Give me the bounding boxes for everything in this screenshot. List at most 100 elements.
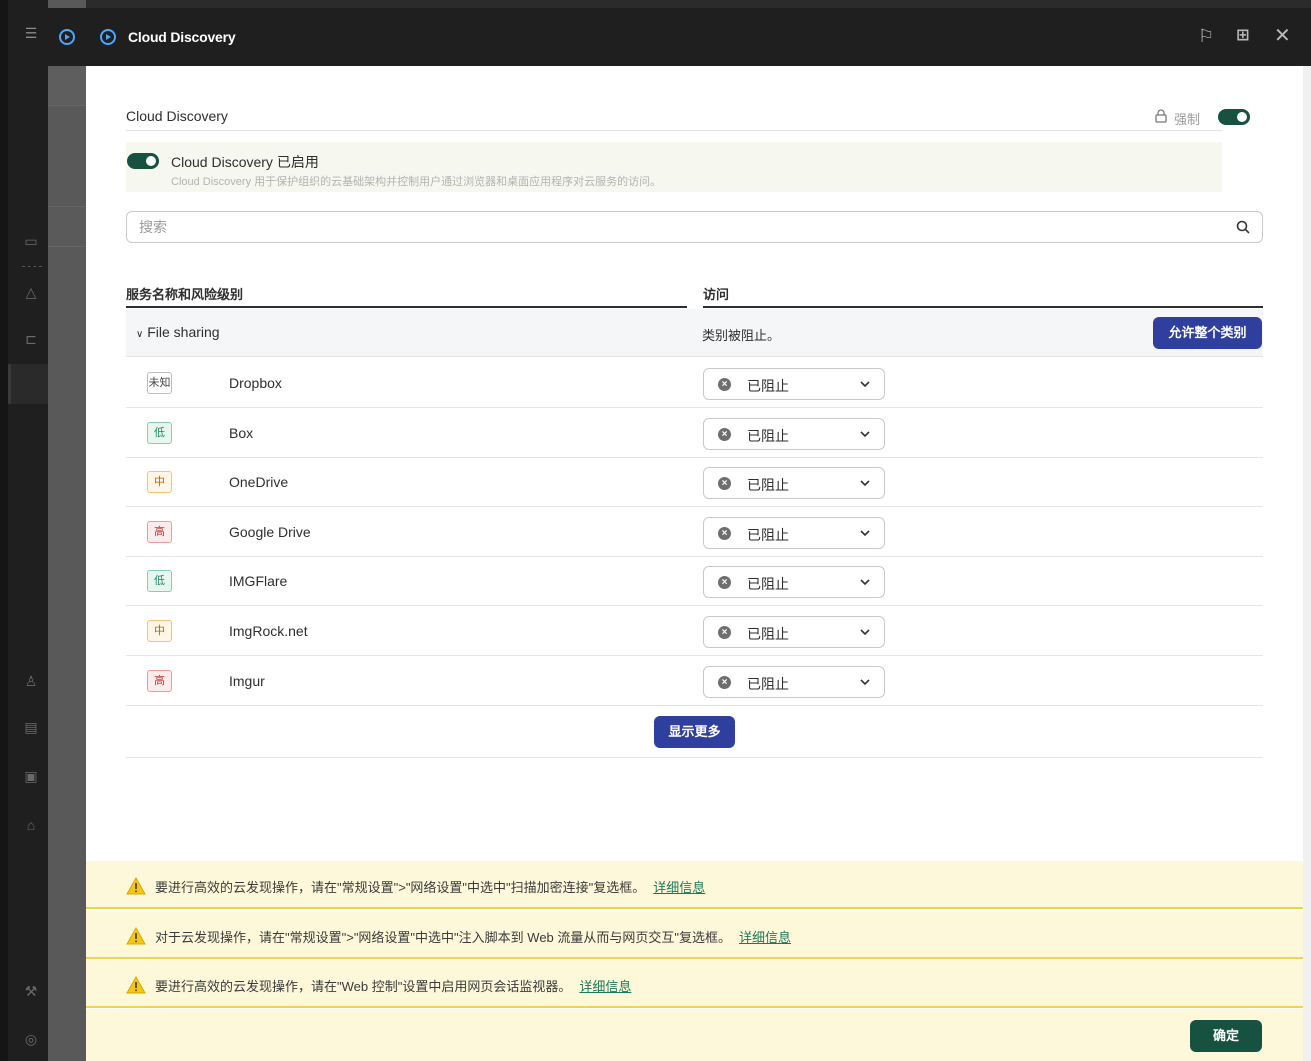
access-select[interactable]: × 已阻止 [703, 566, 885, 599]
warning-text: 要进行高效的云发现操作，请在"Web 控制"设置中启用网页会话监视器。 详细信息 [155, 976, 631, 995]
rail-edge [0, 0, 8, 1061]
footer-bar: 确定 [86, 1009, 1303, 1061]
access-select[interactable]: × 已阻止 [703, 417, 885, 450]
access-value: 已阻止 [747, 378, 789, 394]
category-toggle[interactable]: ∨ File sharing [136, 324, 220, 340]
search-box [126, 211, 1263, 243]
details-link[interactable]: 详细信息 [579, 979, 631, 994]
category-status: 类别被阻止。 [702, 328, 781, 343]
window-title: Cloud Discovery [128, 29, 236, 45]
section-header: Cloud Discovery 强制 [126, 107, 1250, 131]
warning-banner: 要进行高效的云发现操作，请在"Web 控制"设置中启用网页会话监视器。 详细信息 [86, 960, 1303, 1008]
table-row: 低 IMGFlare × 已阻止 [126, 556, 1263, 607]
warning-banner: 要进行高效的云发现操作，请在"常规设置">"网络设置"中选中"扫描加密连接"复选… [86, 861, 1303, 909]
warning-message: 要进行高效的云发现操作，请在"Web 控制"设置中启用网页会话监视器。 [155, 979, 572, 994]
access-select[interactable]: × 已阻止 [703, 368, 885, 400]
access-select[interactable]: × 已阻止 [703, 616, 885, 648]
wrench-icon[interactable]: ⚒ [22, 982, 40, 1000]
monitor-icon[interactable]: ▣ [22, 767, 40, 785]
details-link[interactable]: 详细信息 [739, 930, 791, 945]
alert-triangle-icon[interactable]: △ [22, 283, 40, 301]
access-value: 已阻止 [747, 576, 789, 593]
service-name: OneDrive [229, 474, 289, 491]
table-row: 高 Google Drive × 已阻止 [126, 507, 1263, 557]
table-row: 中 OneDrive × 已阻止 [126, 457, 1263, 508]
close-icon[interactable]: ✕ [1274, 26, 1291, 46]
chevron-down-icon [860, 629, 870, 636]
chevron-down-icon [860, 579, 870, 586]
table-row: 中 ImgRock.net × 已阻止 [126, 606, 1263, 656]
column-header-access: 访问 [703, 282, 1263, 308]
device-list-icon[interactable]: ▤ [22, 718, 40, 736]
blocked-icon: × [718, 477, 731, 491]
table-row: 高 Imgur × 已阻止 [126, 656, 1263, 706]
scrollbar-track[interactable] [1303, 66, 1311, 1061]
service-name: Dropbox [229, 375, 282, 391]
warning-icon [126, 976, 146, 994]
risk-badge: 高 [147, 520, 172, 543]
access-select[interactable]: × 已阻止 [703, 516, 885, 549]
allow-category-button[interactable]: 允许整个类别 [1153, 317, 1262, 349]
banner-description: Cloud Discovery 用于保护组织的云基础架构并控制用户通过浏览器和桌… [171, 176, 662, 188]
chevron-down-icon [860, 530, 870, 536]
blocked-icon: × [718, 378, 731, 391]
user-icon[interactable]: ♙ [22, 672, 40, 690]
lock-icon [1155, 109, 1167, 123]
left-rail: ☰ ▭ △ ⊏ ♙ ▤ ▣ ⌂ ⚒ ◎ [0, 0, 48, 1061]
access-select[interactable]: × 已阻止 [703, 467, 885, 500]
access-select[interactable]: × 已阻止 [703, 665, 885, 698]
dashboard-icon[interactable]: ▭ [22, 232, 40, 250]
search-icon[interactable] [1236, 220, 1250, 234]
service-name: ImgRock.net [229, 623, 308, 639]
risk-badge: 低 [147, 570, 172, 593]
backdrop-row [48, 66, 86, 106]
dialog-panel: Cloud Discovery 强制 Cloud Discovery 已启用 C… [86, 66, 1303, 1061]
access-value: 已阻止 [747, 477, 789, 494]
force-label: 强制 [1174, 112, 1201, 127]
service-name: Imgur [229, 672, 265, 689]
show-more-button[interactable]: 显示更多 [654, 716, 735, 748]
blocked-icon: × [718, 626, 731, 639]
column-header-service: 服务名称和风险级别 [126, 282, 687, 308]
dialog-logo-icon [100, 29, 116, 45]
account-circle-icon[interactable]: ◎ [22, 1030, 40, 1048]
chevron-down-icon [860, 381, 870, 388]
status-banner: Cloud Discovery 已启用 Cloud Discovery 用于保护… [126, 142, 1222, 192]
blocked-icon: × [718, 576, 731, 590]
force-toggle[interactable] [1218, 109, 1250, 125]
cloud-discovery-toggle[interactable] [127, 153, 159, 169]
blocked-icon: × [718, 526, 731, 540]
app-frame: ☰ ▭ △ ⊏ ♙ ▤ ▣ ⌂ ⚒ ◎ Cloud Discovery ⚐ ⊞ … [0, 0, 1311, 1061]
section-label: Cloud Discovery [126, 108, 228, 124]
chevron-down-icon: ∨ [136, 329, 144, 340]
basket-icon[interactable]: ⌂ [22, 816, 40, 834]
service-name: Box [229, 424, 254, 441]
chevron-down-icon [860, 480, 870, 487]
risk-badge: 低 [147, 421, 172, 444]
backdrop-column [48, 0, 86, 1061]
risk-badge: 中 [147, 620, 172, 642]
hierarchy-icon[interactable]: ⊏ [22, 330, 40, 348]
banner-title: Cloud Discovery 已启用 [171, 154, 319, 170]
risk-badge: 高 [147, 669, 172, 692]
hamburger-menu-icon[interactable]: ☰ [22, 24, 40, 42]
risk-badge: 未知 [147, 372, 172, 394]
rail-selected-item[interactable] [8, 364, 48, 404]
table-row: 未知 Dropbox × 已阻止 [126, 358, 1263, 408]
rail-divider [22, 266, 42, 267]
backdrop-row [48, 207, 86, 247]
book-icon[interactable]: ⊞ [1236, 26, 1249, 46]
access-value: 已阻止 [747, 526, 789, 543]
search-input[interactable] [139, 217, 1219, 237]
warning-message: 对于云发现操作，请在"常规设置">"网络设置"中选中"注入脚本到 Web 流量从… [155, 929, 731, 945]
risk-badge: 中 [147, 471, 172, 494]
warning-icon [126, 926, 146, 944]
warning-message: 要进行高效的云发现操作，请在"常规设置">"网络设置"中选中"扫描加密连接"复选… [155, 880, 646, 895]
details-link[interactable]: 详细信息 [653, 880, 705, 895]
app-logo-icon[interactable] [59, 29, 75, 45]
top-bar: Cloud Discovery ⚐ ⊞ ✕ [48, 8, 1311, 66]
flag-icon[interactable]: ⚐ [1198, 26, 1214, 46]
warning-banner: 对于云发现操作，请在"常规设置">"网络设置"中选中"注入脚本到 Web 流量从… [86, 910, 1303, 959]
show-more-row: 显示更多 [126, 706, 1263, 758]
ok-button[interactable]: 确定 [1190, 1020, 1262, 1052]
